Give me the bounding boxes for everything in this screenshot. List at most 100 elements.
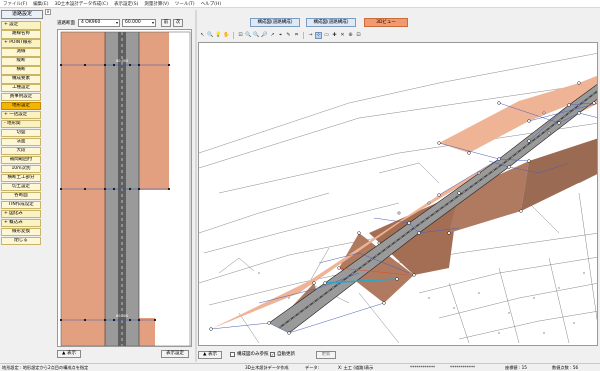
sidebar-item-4[interactable]: 縦断	[1, 56, 41, 66]
sidebar-title: 道路設定	[1, 10, 43, 19]
sidebar-item-10[interactable]: + 一括設定	[1, 110, 41, 120]
sidebar-item-23[interactable]: 線形変換	[1, 227, 41, 237]
menu-edit[interactable]: 編集(E)	[33, 1, 48, 7]
plan-view[interactable]: 60.000 60.000	[57, 29, 192, 347]
sidebar-item-6[interactable]: 構成要素	[1, 74, 41, 84]
sidebar-item-12[interactable]: 切盛	[1, 128, 41, 138]
view-show-button[interactable]: ▲ 表示	[198, 351, 222, 359]
menu-file[interactable]: ファイル(F)	[3, 1, 27, 7]
box-icon[interactable]: ⊡	[355, 32, 362, 39]
panel-splitter[interactable]	[195, 10, 197, 362]
auto-update-label: 自動更新	[277, 352, 295, 357]
sidebar-item-24[interactable]: 閉じる	[1, 236, 41, 246]
point-icon[interactable]: ⊕	[347, 32, 354, 39]
sidebar-item-8[interactable]: 員事例設定	[1, 92, 41, 102]
toolbar-separator	[233, 32, 235, 39]
auto-update-checkbox[interactable]: ✓ 自動更新	[270, 351, 295, 357]
menu-tools[interactable]: ツール(T)	[175, 1, 195, 7]
station-marker-upper: 60.000	[116, 59, 128, 63]
toolbar-separator	[303, 32, 305, 39]
light-icon[interactable]: 💡	[215, 32, 222, 39]
sidebar-item-5[interactable]: 横断	[1, 65, 41, 75]
status-bar: 地形設定 : 地形設定から2点目の構成点を指定 3D土木設計データ作成 データ:…	[0, 363, 600, 371]
tab-structure-2[interactable]: 構成図(道路構成)	[306, 18, 356, 27]
sidebar-item-19[interactable]: 各断面	[1, 191, 41, 201]
status-mode: 3D土木設計データ作成	[245, 365, 289, 370]
sidebar-item-14[interactable]: 大段	[1, 146, 41, 156]
status-coords: X: 土工 (道路)表示	[338, 365, 374, 370]
station-select-value: 4 OK960	[81, 19, 101, 25]
plan-footer: ▲ 表示 表示設定	[57, 350, 192, 360]
zoom-out-icon[interactable]: 🔍	[253, 32, 260, 39]
distance-select-value: 60.000	[125, 19, 141, 25]
draw-icon[interactable]: ✎	[285, 32, 292, 39]
status-x: ************	[410, 365, 436, 370]
right-slope-area-upper	[139, 32, 169, 190]
distance-select[interactable]: 60.000 ▾	[122, 18, 156, 27]
sidebar-item-1[interactable]: 路線名称	[1, 29, 41, 39]
prev-button[interactable]: 前	[161, 18, 171, 27]
sidebar-item-3[interactable]: 測線	[1, 47, 41, 57]
plan-show-button[interactable]: ▲ 表示	[57, 350, 81, 358]
tab-3d-view[interactable]: 3Dビュー	[364, 18, 408, 27]
next-button[interactable]: 次	[173, 18, 183, 27]
sidebar-item-22[interactable]: + 概込み	[1, 218, 41, 228]
plan-drawing: 60.000 60.000	[59, 31, 191, 346]
rotate-icon[interactable]: ↗	[269, 32, 276, 39]
zoom-window-icon[interactable]: 🔎	[261, 32, 268, 39]
station-label: 道路断面	[57, 20, 75, 26]
chevron-down-icon: ▾	[115, 19, 118, 25]
menu-survey[interactable]: 測量計算(V)	[144, 1, 169, 7]
tab-structure-1[interactable]: 構成図(道路構成)	[250, 18, 300, 27]
zoom-icon[interactable]: 🔍	[207, 32, 214, 39]
station-select[interactable]: 4 OK960 ▾	[78, 18, 120, 27]
3d-view[interactable]	[198, 42, 598, 346]
update-button[interactable]: 更新	[316, 351, 336, 359]
plan-settings-button[interactable]: 表示設定	[161, 350, 189, 358]
sidebar-item-9[interactable]: 地形設定	[1, 101, 41, 111]
menu-create[interactable]: 3D土木設計データ作成(C)	[54, 1, 107, 7]
3d-drawing	[199, 53, 597, 344]
structure-only-checkbox[interactable]: 構成図のみ参照	[230, 351, 269, 357]
sidebar-item-11[interactable]: - 地形関	[1, 119, 41, 129]
zoom-in-icon[interactable]: 🔍	[245, 32, 252, 39]
status-y: ************	[450, 365, 476, 370]
sidebar-item-15[interactable]: 補間範囲付	[1, 155, 41, 165]
left-slope-area	[61, 32, 105, 346]
sidebar-item-13[interactable]: 法面	[1, 137, 41, 147]
menu-bar: ファイル(F) 編集(E) 3D土木設計データ作成(C) 表示設定(S) 測量計…	[0, 0, 600, 8]
status-count-1: 座標値 : 15	[505, 365, 527, 370]
add-icon[interactable]: ✚	[331, 32, 338, 39]
sidebar-item-2[interactable]: + POINT線形	[1, 38, 41, 48]
sidebar-item-18[interactable]: 切土設定	[1, 182, 41, 192]
chevron-down-icon: ▾	[151, 19, 154, 25]
status-count-2: 数値点数 : 56	[552, 365, 579, 370]
checkbox-box	[230, 351, 235, 357]
sidebar-item-0[interactable]: + 設定	[1, 21, 41, 30]
view-toolbar: ↖ 🔍 💡 ✋ ⊡ 🔍 🔍 🔎 ↗ ⌖ ✎ ⌗ → ⊹ ▭ ✚ ✕ ⊕ ⊡	[198, 31, 596, 40]
sidebar-item-16[interactable]: 10m次別	[1, 164, 41, 174]
status-data: データ:	[305, 365, 319, 370]
sidebar-item-7[interactable]: 工種設定	[1, 83, 41, 93]
station-marker-lower: 60.000	[116, 314, 128, 318]
select-icon[interactable]: ↖	[199, 32, 206, 39]
sidebar-item-20[interactable]: TIN作成设定	[1, 200, 41, 210]
road-edge-3d	[268, 84, 597, 324]
menu-display[interactable]: 表示設定(S)	[114, 1, 138, 7]
snap-icon[interactable]: ⊹	[315, 32, 322, 39]
frame-icon[interactable]: ▭	[323, 32, 330, 39]
vertex-points	[209, 81, 596, 335]
checkbox-box-checked: ✓	[270, 351, 275, 357]
arrow-icon[interactable]: →	[307, 32, 314, 39]
sidebar-close-button[interactable]: ×	[45, 9, 51, 15]
plan-header: 道路断面 4 OK960 ▾ 60.000 ▾ 前 次	[57, 18, 191, 27]
grid-icon[interactable]: ⌗	[293, 32, 300, 39]
sidebar-item-17[interactable]: 横断土工部分	[1, 173, 41, 183]
delete-icon[interactable]: ✕	[339, 32, 346, 39]
menu-help[interactable]: ヘルプ(H)	[201, 1, 221, 7]
fit-icon[interactable]: ⊡	[237, 32, 244, 39]
target-icon[interactable]: ⌖	[277, 32, 284, 39]
pan-icon[interactable]: ✋	[223, 32, 230, 39]
right-slope-area-lower	[139, 318, 155, 346]
sidebar-item-21[interactable]: + 図化み	[1, 209, 41, 219]
